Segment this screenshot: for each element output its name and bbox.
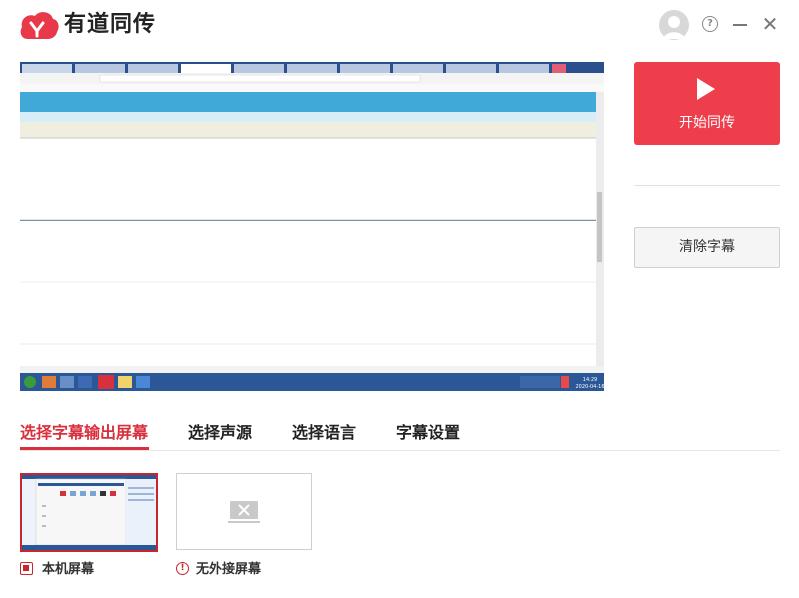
local-screen-thumbnail xyxy=(22,475,156,550)
tab-language[interactable]: 选择语言 xyxy=(292,422,356,444)
user-avatar-icon[interactable] xyxy=(659,10,689,40)
warning-icon: ! xyxy=(176,562,189,575)
tab-subtitle-output-screen[interactable]: 选择字幕输出屏幕 xyxy=(20,422,148,444)
preview-clock-date: 2020-04-16 xyxy=(575,384,604,390)
external-screen-label: 无外接屏幕 xyxy=(196,562,262,577)
play-icon xyxy=(697,78,715,100)
external-screen-option[interactable] xyxy=(176,473,312,550)
panel-divider xyxy=(634,185,780,186)
start-interpretation-button[interactable]: 开始同传 xyxy=(634,62,780,145)
local-screen-label: 本机屏幕 xyxy=(42,562,95,577)
minimize-icon[interactable] xyxy=(733,24,747,26)
youdao-logo-icon xyxy=(20,12,59,39)
help-icon[interactable]: ? xyxy=(702,16,718,32)
screen-preview-image: 14:29 2020-04-16 xyxy=(20,62,604,391)
checkbox-checked-icon[interactable] xyxy=(20,562,33,575)
tabs-divider xyxy=(20,450,780,451)
local-screen-option[interactable] xyxy=(20,473,158,552)
preview-clock-time: 14:29 xyxy=(583,377,597,383)
clear-subtitles-button[interactable]: 清除字幕 xyxy=(634,227,780,268)
tab-audio-source[interactable]: 选择声源 xyxy=(188,422,252,444)
screen-preview: 14:29 2020-04-16 xyxy=(20,62,604,391)
app-title: 有道同传 xyxy=(64,12,157,37)
start-interpretation-label: 开始同传 xyxy=(679,115,735,131)
tab-subtitle-settings[interactable]: 字幕设置 xyxy=(396,422,460,444)
close-icon[interactable]: ✕ xyxy=(761,14,779,34)
no-screen-icon xyxy=(228,501,260,523)
